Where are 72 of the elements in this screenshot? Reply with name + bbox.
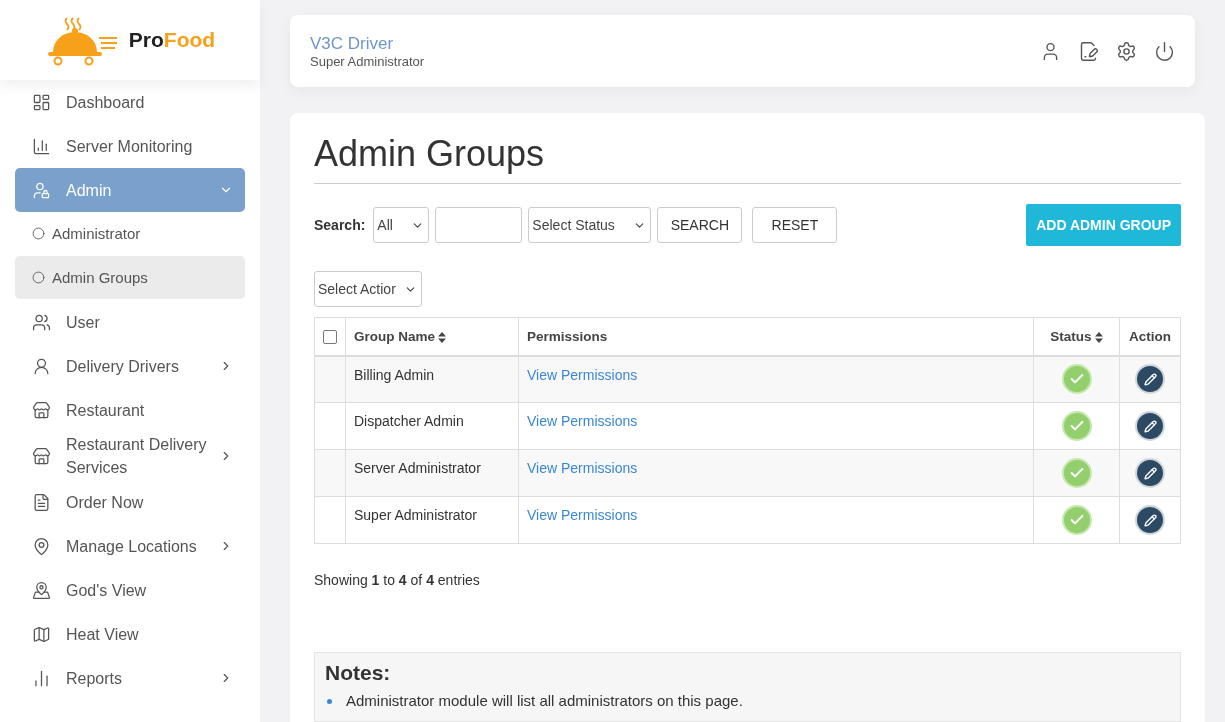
field-select[interactable]: All xyxy=(373,207,430,243)
sidebar-item[interactable]: Order Now xyxy=(15,480,245,524)
pencil-icon xyxy=(1143,372,1157,386)
search-field[interactable] xyxy=(435,207,523,243)
bar-chart-icon xyxy=(32,668,51,688)
action-select[interactable]: Select Actior xyxy=(314,271,422,307)
sidebar-item[interactable]: Server Monitoring xyxy=(15,124,245,168)
note-item: Administrator module will list all administrators on this page. xyxy=(346,691,743,711)
edit-button[interactable] xyxy=(1135,505,1165,535)
map-pin-icon xyxy=(32,580,51,600)
sidebar-item[interactable]: Manage Locations xyxy=(15,524,245,568)
view-permissions-link[interactable]: View Permissions xyxy=(527,507,638,523)
table-cell: Server Administrator xyxy=(345,449,519,497)
check-icon[interactable] xyxy=(1061,364,1092,395)
edit-button[interactable] xyxy=(1135,411,1165,441)
chart-icon xyxy=(32,136,51,156)
check-icon[interactable] xyxy=(1061,458,1092,488)
sidebar-item[interactable]: Restaurant Delivery Services xyxy=(15,432,245,480)
sidebar-item[interactable]: Reports xyxy=(15,656,245,700)
table-cell: Billing Admin xyxy=(345,355,519,403)
map-icon xyxy=(32,624,51,644)
sidebar-item[interactable]: User xyxy=(15,300,245,344)
pencil-icon xyxy=(1143,466,1157,480)
search-label: Search: xyxy=(314,217,366,233)
view-permissions-link[interactable]: View Permissions xyxy=(527,460,638,476)
sidebar-item[interactable]: Delivery Drivers xyxy=(15,344,245,388)
users-icon xyxy=(32,312,51,332)
entries-summary: Showing 1 to 4 of 4 entries xyxy=(314,572,481,588)
store-icon xyxy=(32,400,51,420)
select-all-checkbox[interactable] xyxy=(323,329,337,344)
circle-icon xyxy=(32,271,45,284)
column-header[interactable]: Status xyxy=(1033,317,1120,356)
user-name: V3C Driver xyxy=(310,33,395,54)
check-icon[interactable] xyxy=(1061,505,1092,535)
page-title: Admin Groups xyxy=(314,133,1181,184)
circle-icon xyxy=(32,227,45,240)
dashboard-icon xyxy=(32,92,51,112)
settings-icon[interactable] xyxy=(1116,40,1137,62)
sidebar-subitem[interactable]: Administrator xyxy=(15,212,245,255)
table-cell: Super Administrator xyxy=(345,496,519,544)
check-icon[interactable] xyxy=(1061,411,1092,441)
pencil-icon xyxy=(1143,419,1157,433)
column-header[interactable]: Group Name xyxy=(345,317,519,356)
store-icon xyxy=(32,446,51,466)
view-permissions-link[interactable]: View Permissions xyxy=(527,366,638,383)
edit-document-icon[interactable] xyxy=(1078,40,1099,62)
power-icon[interactable] xyxy=(1154,40,1175,62)
document-icon xyxy=(32,492,51,512)
location-pin-icon xyxy=(32,536,51,556)
user-icon xyxy=(32,356,51,376)
sidebar-subitem[interactable]: Admin Groups xyxy=(15,256,245,299)
view-permissions-link[interactable]: View Permissions xyxy=(527,413,638,429)
logo-text: ProFood xyxy=(128,28,216,52)
sidebar-item[interactable]: Heat View xyxy=(15,612,245,656)
reset-button[interactable]: RESET xyxy=(752,207,838,243)
sidebar-item[interactable]: Dashboard xyxy=(15,80,245,124)
sort-icon[interactable] xyxy=(438,331,446,343)
pencil-icon xyxy=(1143,513,1157,527)
sidebar-item[interactable]: God's View xyxy=(15,568,245,612)
status-select[interactable]: Select Status xyxy=(528,207,652,243)
column-header: Permissions xyxy=(518,317,1034,356)
user-lock-icon xyxy=(32,180,51,200)
sidebar-item[interactable]: Restaurant xyxy=(15,388,245,432)
edit-button[interactable] xyxy=(1135,364,1165,395)
sort-icon[interactable] xyxy=(1094,331,1103,343)
table-cell: Dispatcher Admin xyxy=(345,402,519,450)
column-header: Action xyxy=(1119,317,1181,356)
search-button[interactable]: SEARCH xyxy=(657,207,743,243)
user-role: Super Administrator xyxy=(310,53,426,69)
notes-title: Notes: xyxy=(325,661,392,685)
bullet-icon xyxy=(327,698,332,704)
edit-button[interactable] xyxy=(1135,458,1165,488)
